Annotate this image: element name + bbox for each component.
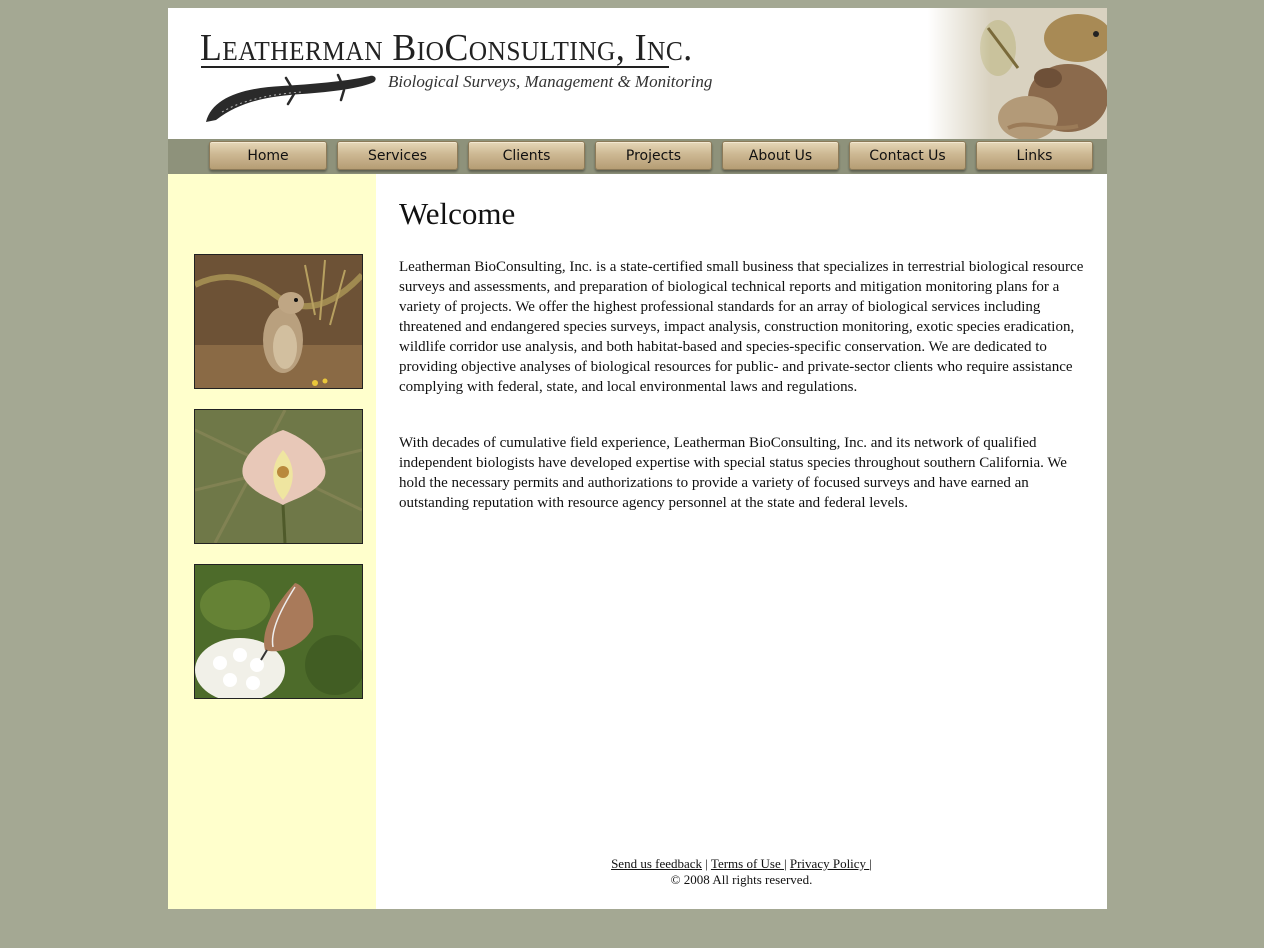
page-title: Welcome [399, 196, 516, 231]
privacy-policy-link[interactable]: Privacy Policy [790, 856, 869, 871]
feedback-link[interactable]: Send us feedback [611, 856, 702, 871]
footer-separator: | [784, 856, 787, 871]
nav-clients-button[interactable]: Clients [468, 141, 585, 170]
footer-separator: | [705, 856, 708, 871]
nav-about-us-button[interactable]: About Us [722, 141, 839, 170]
footer: Send us feedback | Terms of Use | Privac… [376, 856, 1107, 888]
experience-paragraph: With decades of cumulative field experie… [399, 435, 1067, 511]
butterfly-photo [194, 564, 363, 699]
logo-title[interactable]: Leatherman BioConsulting, Inc. [200, 26, 693, 70]
nav-home-button[interactable]: Home [209, 141, 327, 170]
sidebar [168, 174, 376, 909]
intro-paragraph: Leatherman BioConsulting, Inc. is a stat… [399, 259, 1084, 395]
nav-contact-us-button[interactable]: Contact Us [849, 141, 966, 170]
mariposa-lily-photo [194, 409, 363, 544]
nav-projects-button[interactable]: Projects [595, 141, 712, 170]
logo-tagline: Biological Surveys, Management & Monitor… [388, 72, 713, 91]
main-navigation: Home Services Clients Projects About Us … [168, 139, 1107, 174]
footer-separator: | [869, 856, 872, 871]
main-content: Welcome Leatherman BioConsulting, Inc. i… [376, 174, 1107, 909]
site-header: Leatherman BioConsulting, Inc. Biologica… [168, 8, 1107, 139]
salamander-logo-icon [206, 73, 376, 122]
page-container: Leatherman BioConsulting, Inc. Biologica… [168, 8, 1107, 909]
terms-of-use-link[interactable]: Terms of Use [711, 856, 784, 871]
footer-links: Send us feedback | Terms of Use | Privac… [376, 856, 1107, 872]
animal-collage-image [928, 8, 1107, 139]
copyright-text: © 2008 All rights reserved. [670, 872, 813, 887]
nav-links-button[interactable]: Links [976, 141, 1093, 170]
ground-squirrel-photo [194, 254, 363, 389]
nav-services-button[interactable]: Services [337, 141, 458, 170]
